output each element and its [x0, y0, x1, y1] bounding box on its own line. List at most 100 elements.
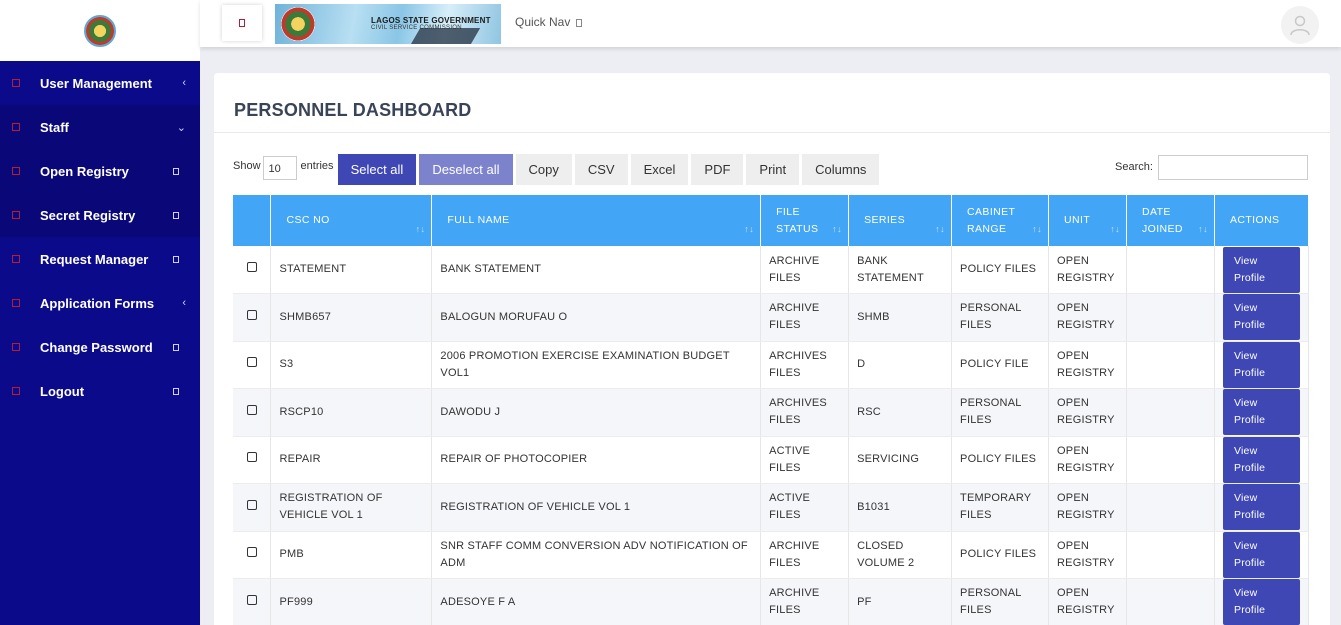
- row-checkbox[interactable]: [246, 309, 257, 320]
- column-header-label: SERIES: [864, 214, 905, 226]
- view-profile-button[interactable]: View Profile: [1222, 531, 1300, 578]
- cell-date-joined: [1126, 246, 1215, 294]
- cell-cabinet-range: POLICY FILES: [951, 531, 1050, 579]
- cell-full-name: REPAIR OF PHOTOCOPIER: [431, 436, 762, 484]
- column-header-file-status[interactable]: FILE STATUS ↑↓: [760, 195, 850, 246]
- column-header-label: FILE STATUS: [776, 205, 819, 235]
- cell-cabinet-range: PERSONAL FILES: [951, 293, 1050, 342]
- square-icon: [173, 387, 179, 395]
- column-header-unit[interactable]: UNIT ↑↓: [1048, 195, 1128, 246]
- csv-button[interactable]: CSV: [574, 154, 628, 185]
- entries-select[interactable]: 10: [262, 156, 297, 180]
- row-checkbox[interactable]: [246, 262, 257, 272]
- select-all-button[interactable]: Select all: [337, 154, 417, 185]
- quick-nav-menu[interactable]: Quick Nav: [515, 15, 583, 29]
- column-header-cabinet-range[interactable]: CABINET RANGE ↑↓: [951, 195, 1050, 246]
- sort-icon: ↑↓: [935, 224, 946, 234]
- cell-actions: View Profile: [1214, 436, 1310, 484]
- sort-icon: ↑↓: [832, 224, 843, 234]
- cell-actions: View Profile: [1214, 341, 1310, 389]
- cell-file-status: ARCHIVE FILES: [760, 531, 850, 579]
- sidebar-item-change-password[interactable]: Change Password: [0, 325, 200, 369]
- cell-date-joined: [1126, 483, 1215, 532]
- square-icon: [576, 18, 583, 27]
- page-title: PERSONNEL DASHBOARD: [234, 100, 472, 120]
- row-checkbox[interactable]: [246, 404, 257, 415]
- sidebar-item-staff[interactable]: Staff ⌄: [0, 105, 200, 149]
- banner-title: LAGOS STATE GOVERNMENT: [371, 16, 491, 25]
- row-select-cell: [233, 246, 272, 294]
- cell-full-name: REGISTRATION OF VEHICLE VOL 1: [431, 483, 762, 532]
- row-checkbox[interactable]: [246, 357, 257, 368]
- user-avatar[interactable]: [1281, 6, 1319, 44]
- cell-file-status: ARCHIVES FILES: [760, 341, 850, 389]
- column-header-date-joined[interactable]: DATE JOINED ↑↓: [1126, 195, 1215, 246]
- sidebar-item-logout[interactable]: Logout: [0, 369, 200, 413]
- view-profile-button[interactable]: View Profile: [1222, 246, 1300, 293]
- row-checkbox[interactable]: [246, 452, 257, 463]
- cell-unit: OPEN REGISTRY: [1048, 293, 1128, 342]
- cell-file-status: ACTIVE FILES: [760, 436, 850, 484]
- column-header-csc-no[interactable]: CSC NO ↑↓: [270, 195, 433, 246]
- print-button[interactable]: Print: [746, 154, 800, 185]
- column-header-full-name[interactable]: FULL NAME ↑↓: [431, 195, 762, 246]
- sidebar-logo[interactable]: [0, 0, 200, 61]
- cell-date-joined: [1126, 531, 1215, 579]
- personnel-card: PERSONNEL DASHBOARD Show 10 entries Sele…: [214, 73, 1330, 625]
- cell-full-name: ADESOYE F A: [431, 578, 762, 625]
- cell-csc-no: PF999: [270, 578, 433, 625]
- sidebar-item-user-management[interactable]: User Management ‹: [0, 61, 200, 105]
- column-header-label: FULL NAME: [447, 214, 510, 226]
- view-profile-button[interactable]: View Profile: [1222, 389, 1300, 436]
- sidebar-item-application-forms[interactable]: Application Forms ‹: [0, 281, 200, 325]
- row-select-cell: [233, 531, 272, 579]
- cell-csc-no: STATEMENT: [270, 246, 433, 294]
- sidebar-item-secret-registry[interactable]: Secret Registry: [0, 193, 200, 237]
- row-checkbox[interactable]: [246, 594, 257, 605]
- cell-cabinet-range: POLICY FILES: [951, 246, 1050, 294]
- view-profile-button[interactable]: View Profile: [1222, 341, 1300, 388]
- pdf-button[interactable]: PDF: [691, 154, 744, 185]
- cell-csc-no: REPAIR: [270, 436, 433, 484]
- show-label: Show: [233, 160, 261, 172]
- cell-actions: View Profile: [1214, 483, 1310, 532]
- menu-bullet-icon: [12, 167, 20, 175]
- menu-toggle-button[interactable]: [222, 5, 262, 41]
- view-profile-button[interactable]: View Profile: [1222, 484, 1300, 531]
- cell-actions: View Profile: [1214, 578, 1310, 625]
- columns-button[interactable]: Columns: [802, 154, 880, 185]
- cell-csc-no: SHMB657: [270, 293, 433, 342]
- cell-date-joined: [1126, 578, 1215, 625]
- row-checkbox[interactable]: [246, 499, 257, 510]
- cell-file-status: ACTIVE FILES: [760, 483, 850, 532]
- cell-csc-no: RSCP10: [270, 388, 433, 437]
- cell-unit: OPEN REGISTRY: [1048, 436, 1128, 484]
- table-row: S3 2006 PROMOTION EXERCISE EXAMINATION BU…: [233, 341, 1310, 389]
- row-select-cell: [233, 341, 272, 389]
- menu-bullet-icon: [12, 211, 20, 219]
- view-profile-button[interactable]: View Profile: [1222, 579, 1300, 625]
- square-icon: [173, 211, 179, 219]
- menu-bullet-icon: [12, 79, 20, 87]
- view-profile-button[interactable]: View Profile: [1222, 436, 1300, 483]
- view-profile-button[interactable]: View Profile: [1222, 294, 1300, 341]
- deselect-all-button[interactable]: Deselect all: [419, 154, 513, 185]
- excel-button[interactable]: Excel: [630, 154, 689, 185]
- cell-csc-no: PMB: [270, 531, 433, 579]
- cell-file-status: ARCHIVE FILES: [760, 293, 850, 342]
- column-header-series[interactable]: SERIES ↑↓: [848, 195, 953, 246]
- entries-label: entries: [300, 160, 334, 172]
- sidebar-item-open-registry[interactable]: Open Registry: [0, 149, 200, 193]
- copy-button[interactable]: Copy: [515, 154, 572, 185]
- cell-unit: OPEN REGISTRY: [1048, 578, 1128, 625]
- cell-series: SERVICING: [848, 436, 953, 484]
- sidebar-item-request-manager[interactable]: Request Manager: [0, 237, 200, 281]
- row-checkbox[interactable]: [246, 547, 257, 558]
- cell-date-joined: [1126, 436, 1215, 484]
- search-input[interactable]: [1158, 155, 1308, 180]
- table-row: PMB SNR STAFF COMM CONVERSION ADV NOTIFIC…: [233, 531, 1310, 579]
- table-row: SHMB657 BALOGUN MORUFAU O ARCHIVE FILES SHM…: [233, 293, 1310, 342]
- sidebar-item-label: Application Forms: [40, 295, 155, 311]
- row-select-cell: [233, 483, 272, 532]
- column-header-label: UNIT: [1064, 214, 1091, 226]
